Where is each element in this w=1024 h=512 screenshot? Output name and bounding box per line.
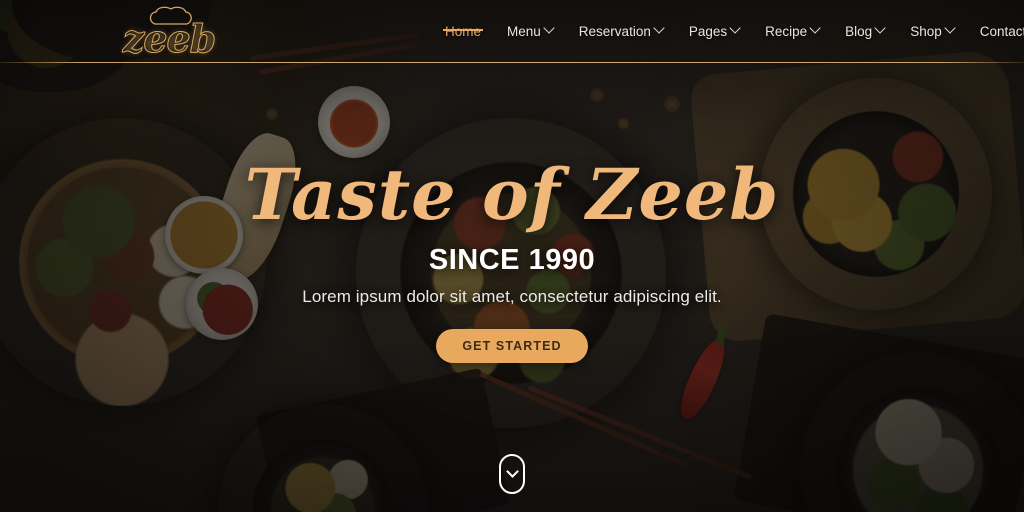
chevron-down-icon (729, 22, 741, 34)
nav-label: Menu (507, 23, 541, 39)
chevron-down-icon (505, 464, 519, 478)
hero-established-label: SINCE 1990 (428, 244, 596, 276)
nav-label: Blog (845, 23, 873, 39)
get-started-button[interactable]: GET STARTED (436, 329, 588, 363)
page-title: Taste of Zeeb (244, 153, 780, 236)
main-navigation: Home Menu Reservation Pages Recipe Blog (432, 0, 1024, 62)
hero-subtitle: Lorem ipsum dolor sit amet, consectetur … (302, 287, 722, 306)
chevron-down-icon (543, 22, 555, 34)
chevron-down-icon (653, 22, 665, 34)
nav-label: Home (445, 23, 482, 39)
nav-item-menu[interactable]: Menu (494, 22, 566, 39)
scroll-down-indicator[interactable] (499, 454, 525, 494)
nav-label: Recipe (765, 23, 808, 39)
chef-hat-icon (149, 6, 192, 25)
site-header: zeeb Home Menu Reservation Pages Recipe (0, 0, 1024, 64)
hero-content: Taste of Zeeb SINCE 1990 Lorem ipsum dol… (0, 0, 1024, 512)
header-divider (0, 62, 1024, 63)
chevron-down-icon (944, 22, 956, 34)
nav-item-contact[interactable]: Contact (967, 24, 1024, 39)
site-logo[interactable]: zeeb (104, 4, 234, 62)
nav-label: Contact (979, 23, 1024, 39)
nav-item-recipe[interactable]: Recipe (752, 22, 832, 39)
chevron-down-icon (874, 22, 886, 34)
nav-label: Reservation (578, 23, 651, 39)
nav-item-shop[interactable]: Shop (897, 22, 967, 39)
nav-item-home[interactable]: Home (432, 24, 494, 39)
nav-item-pages[interactable]: Pages (676, 22, 752, 39)
hero-section: zeeb Home Menu Reservation Pages Recipe (0, 0, 1024, 512)
nav-label: Shop (910, 23, 942, 39)
chevron-down-icon (809, 22, 821, 34)
nav-item-blog[interactable]: Blog (832, 22, 897, 39)
nav-label: Pages (688, 23, 728, 39)
nav-item-reservation[interactable]: Reservation (566, 22, 676, 39)
